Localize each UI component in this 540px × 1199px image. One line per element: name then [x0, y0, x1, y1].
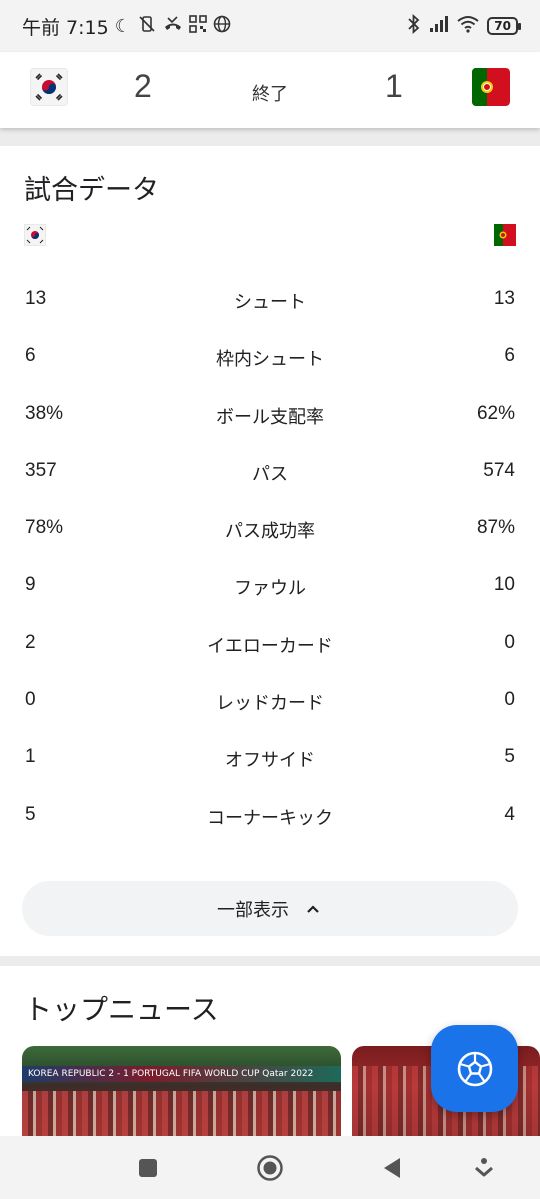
away-stat-value: 4	[504, 803, 515, 825]
stat-row-fouls: 9 ファウル 10	[0, 556, 540, 613]
stat-row-possession: 38% ボール支配率 62%	[0, 385, 540, 442]
match-stats-card: 試合データ 13 シュート 13 6 枠内シュート 6 38% ボール支配率 6…	[0, 146, 540, 956]
recents-button[interactable]	[134, 1154, 162, 1182]
stats-table: 13 シュート 13 6 枠内シュート 6 38% ボール支配率 62% 357…	[0, 270, 540, 843]
stat-row-offsides: 1 オフサイド 5	[0, 728, 540, 785]
away-stat-value: 87%	[476, 517, 515, 539]
stat-row-shots: 13 シュート 13	[0, 270, 540, 327]
wifi-icon	[457, 15, 479, 38]
news-card-thumbnail[interactable]: KOREA REPUBLIC 2 - 1 PORTUGAL FIFA WORLD…	[22, 1046, 341, 1146]
match-status: 終了	[252, 84, 288, 105]
stat-label: シュート	[234, 292, 306, 313]
square-icon	[139, 1159, 157, 1177]
stat-row-pass-accuracy: 78% パス成功率 87%	[0, 499, 540, 556]
stat-row-yellow-cards: 2 イエローカード 0	[0, 614, 540, 671]
away-score: 1	[385, 68, 403, 104]
match-stats-title: 試合データ	[24, 175, 159, 206]
assistant-button[interactable]	[470, 1154, 498, 1182]
show-less-button[interactable]: 一部表示	[22, 881, 518, 936]
top-news-title: トップニュース	[24, 993, 219, 1026]
globe-icon	[213, 15, 231, 38]
signal-icon	[429, 15, 449, 38]
stat-label: レッドカード	[216, 693, 324, 715]
away-stat-value: 0	[504, 631, 515, 653]
triangle-back-icon	[384, 1158, 400, 1178]
south-korea-flag-icon	[24, 224, 46, 246]
stat-label: オフサイド	[225, 750, 315, 772]
away-stat-value: 10	[493, 574, 515, 596]
show-less-label: 一部表示	[217, 899, 289, 921]
stat-label: パス成功率	[225, 521, 315, 543]
missed-call-icon	[163, 14, 183, 39]
stat-row-red-cards: 0 レッドカード 0	[0, 671, 540, 728]
stat-row-passes: 357 パス 574	[0, 442, 540, 499]
stat-label: ファウル	[234, 578, 306, 600]
stat-row-shots-on-target: 6 枠内シュート 6	[0, 327, 540, 384]
stat-label: パス	[252, 463, 288, 485]
status-bar: 午前 7:15 ☾ 70	[0, 0, 540, 52]
chevron-up-icon	[307, 904, 319, 913]
away-stat-value: 13	[493, 288, 515, 309]
clock: 午前 7:15	[22, 16, 109, 39]
stat-label: コーナーキック	[207, 807, 333, 829]
vibrate-off-icon	[137, 14, 157, 39]
away-stat-value: 62%	[476, 402, 515, 424]
battery-icon: 70	[487, 17, 521, 35]
soccer-ball-fab[interactable]	[431, 1025, 518, 1112]
away-stat-value: 0	[504, 689, 515, 711]
stat-label: イエローカード	[207, 635, 333, 657]
system-nav-bar	[0, 1136, 540, 1199]
qr-icon	[189, 14, 207, 38]
away-stat-value: 574	[483, 459, 515, 481]
stat-label: 枠内シュート	[216, 349, 324, 371]
portugal-flag-icon	[472, 68, 510, 106]
scoreboard-banner: KOREA REPUBLIC 2 - 1 PORTUGAL FIFA WORLD…	[22, 1066, 341, 1082]
stat-row-corners: 5 コーナーキック 4	[0, 786, 540, 843]
scoreboard-header[interactable]: 2 終了 1	[0, 52, 540, 128]
moon-icon: ☾	[114, 15, 131, 37]
back-button[interactable]	[378, 1154, 406, 1182]
bluetooth-icon	[407, 13, 421, 39]
chevron-down-icon	[475, 1158, 493, 1177]
portugal-flag-icon	[494, 224, 516, 246]
soccer-ball-icon	[457, 1051, 492, 1086]
home-button[interactable]	[256, 1154, 284, 1182]
away-stat-value: 5	[504, 746, 515, 768]
circle-icon	[257, 1155, 283, 1181]
stat-label: ボール支配率	[216, 406, 324, 428]
away-stat-value: 6	[504, 345, 515, 367]
